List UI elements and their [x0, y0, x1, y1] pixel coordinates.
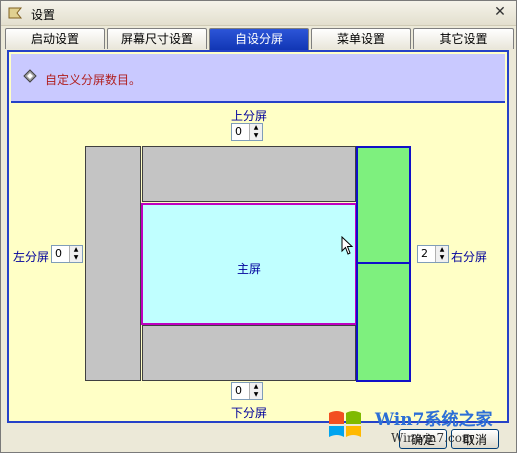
left-split-label: 左分屏 [13, 250, 50, 264]
bottom-split-label: 下分屏 [231, 406, 268, 420]
spin-up-icon[interactable]: ▲ [250, 124, 262, 132]
windows-logo-icon [329, 411, 361, 437]
mouse-cursor-icon [341, 236, 354, 255]
spin-up-icon[interactable]: ▲ [436, 246, 448, 254]
top-split-value: 0 [235, 125, 242, 138]
spin-down-icon[interactable]: ▼ [436, 254, 448, 262]
right-split-area-1 [356, 146, 411, 264]
spin-down-icon[interactable]: ▼ [250, 132, 262, 140]
watermark-url: Winwin7.com [391, 431, 474, 445]
tab-bar: 启动设置 屏幕尺寸设置 自设分屏 菜单设置 其它设置 [5, 28, 514, 50]
main-screen-label: 主屏 [236, 262, 261, 276]
close-icon[interactable]: ✕ [492, 4, 508, 20]
bottom-split-area [142, 325, 356, 381]
tab-menu[interactable]: 菜单设置 [311, 28, 411, 49]
title-bar[interactable]: 设置 ✕ [1, 1, 516, 26]
settings-window: 设置 ✕ 启动设置 屏幕尺寸设置 自设分屏 菜单设置 其它设置 自定义分屏数目。… [0, 0, 517, 453]
custom-split-panel: 自定义分屏数目。 上分屏 0 ▲ ▼ 左分屏 0 ▲ ▼ 2 ▲ ▼ 右分屏 0 ▲ ▼… [7, 50, 509, 423]
top-split-area [142, 146, 356, 202]
left-split-area [85, 146, 141, 381]
tab-other[interactable]: 其它设置 [413, 28, 514, 49]
diamond-icon [23, 69, 37, 83]
tab-startup[interactable]: 启动设置 [5, 28, 105, 49]
spin-up-icon[interactable]: ▲ [250, 383, 262, 391]
window-title: 设置 [31, 8, 56, 22]
main-screen-area: 主屏 [141, 203, 357, 325]
right-split-value: 2 [421, 247, 428, 260]
left-split-value: 0 [55, 247, 62, 260]
tab-custom-split[interactable]: 自设分屏 [209, 28, 309, 50]
header-band: 自定义分屏数目。 [11, 54, 505, 103]
right-split-spinner[interactable]: 2 ▲ ▼ [417, 245, 449, 263]
header-text: 自定义分屏数目。 [45, 73, 142, 87]
top-split-spinner[interactable]: 0 ▲ ▼ [231, 123, 263, 141]
watermark: Win7系统之家 Winwin7.com [321, 401, 511, 451]
left-split-spinner[interactable]: 0 ▲ ▼ [51, 245, 83, 263]
spin-up-icon[interactable]: ▲ [70, 246, 82, 254]
right-split-area-2 [356, 262, 411, 382]
app-icon [8, 7, 23, 19]
spin-down-icon[interactable]: ▼ [250, 391, 262, 399]
spin-down-icon[interactable]: ▼ [70, 254, 82, 262]
bottom-split-value: 0 [235, 384, 242, 397]
right-split-label: 右分屏 [451, 250, 488, 264]
tab-screen-size[interactable]: 屏幕尺寸设置 [107, 28, 207, 49]
top-split-label: 上分屏 [231, 109, 268, 123]
bottom-split-spinner[interactable]: 0 ▲ ▼ [231, 382, 263, 400]
watermark-text: Win7系统之家 [375, 410, 493, 430]
